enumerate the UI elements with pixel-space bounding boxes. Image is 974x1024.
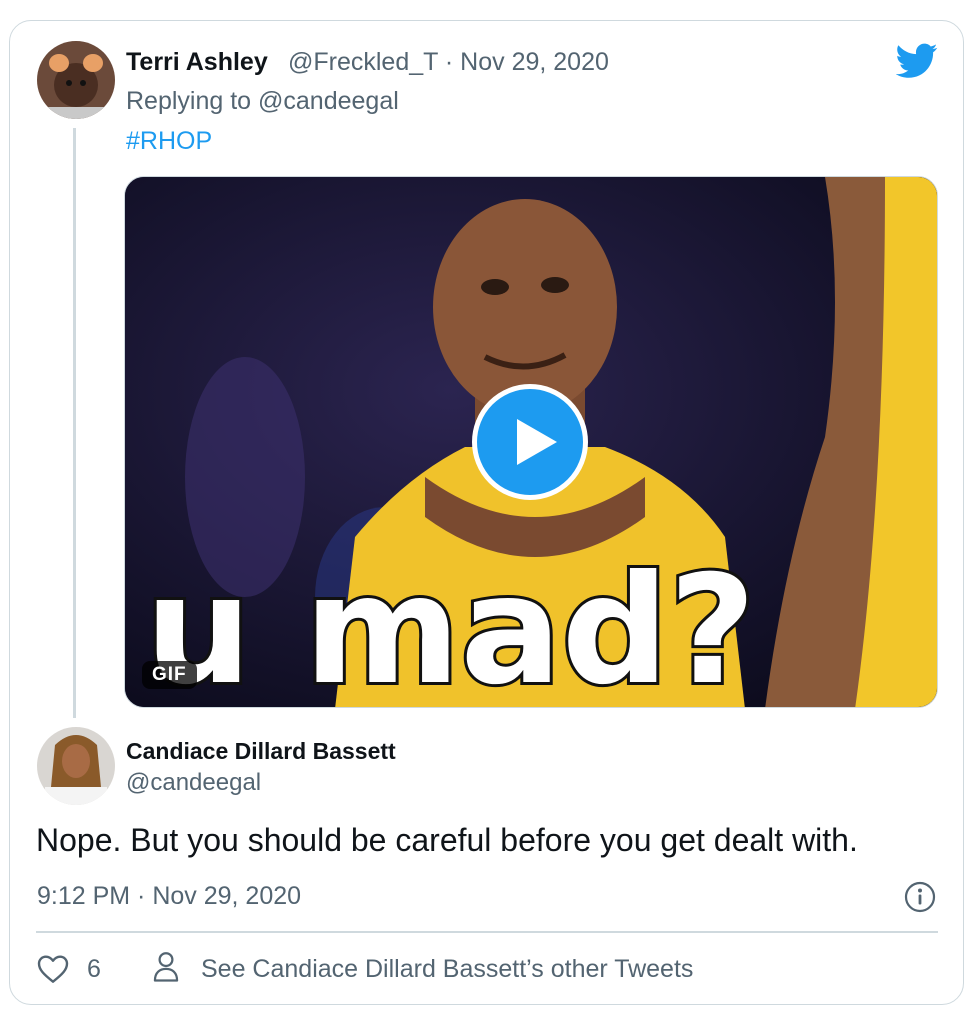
twitter-bird-icon[interactable] xyxy=(895,43,938,84)
avatar-candiace[interactable] xyxy=(37,727,115,805)
reply-tweet-text: Nope. But you should be careful before y… xyxy=(36,822,858,858)
like-count[interactable]: 6 xyxy=(87,955,101,984)
reply-timestamp[interactable]: 9:12 PM · Nov 29, 2020 xyxy=(37,882,301,911)
reply-author-name[interactable]: Candiace Dillard Bassett xyxy=(126,738,396,765)
thread-connector-line xyxy=(73,128,76,718)
reply-author-handle[interactable]: @candeegal xyxy=(126,769,261,797)
avatar-terri-ashley[interactable] xyxy=(37,41,115,119)
replying-to[interactable]: Replying to @candeegal xyxy=(126,87,399,116)
person-icon xyxy=(152,951,180,988)
see-other-tweets-link[interactable]: See Candiace Dillard Bassett’s other Twe… xyxy=(201,955,693,984)
play-button[interactable] xyxy=(472,384,588,500)
heart-icon[interactable] xyxy=(37,954,69,989)
gif-badge: GIF xyxy=(142,661,197,689)
info-icon[interactable] xyxy=(904,881,936,918)
play-icon xyxy=(517,419,557,465)
hashtag-link[interactable]: #RHOP xyxy=(126,127,212,156)
author-name[interactable]: Terri Ashley xyxy=(126,48,268,77)
handle-and-date[interactable]: @Freckled_T · Nov 29, 2020 xyxy=(288,48,609,77)
gif-caption-text: u mad? xyxy=(145,544,756,708)
divider xyxy=(36,931,938,933)
